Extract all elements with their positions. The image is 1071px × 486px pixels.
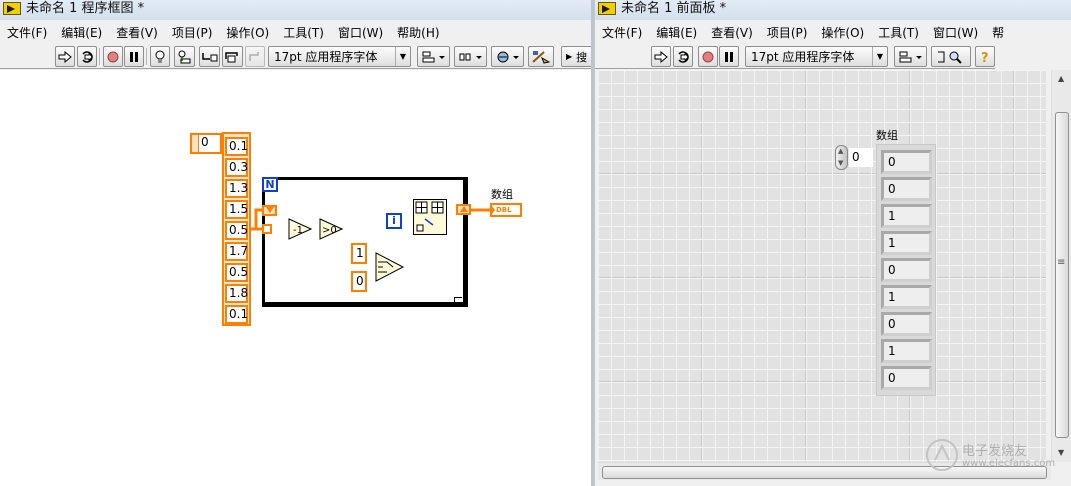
front-panel-titlebar[interactable]: 未命名 1 前面板 * [595,0,1071,20]
array-element: 1 [881,339,932,363]
array-indicator-terminal[interactable]: DBL [490,203,522,217]
index-spinner-icon[interactable] [835,145,848,170]
run-arrow-icon[interactable] [651,46,671,67]
watermark-text: 电子发烧友 [962,440,1027,459]
array-constant-element[interactable]: 1.7 [225,242,248,261]
select-node-icon[interactable] [375,252,405,282]
array-element: 1 [881,204,932,228]
vertical-scroll-thumb[interactable] [1055,112,1069,438]
help-icon[interactable]: ? [975,46,995,67]
front-panel-array-index-value: 0 [849,148,873,167]
menu-view[interactable]: 查看(V) [704,24,760,41]
font-selector[interactable]: 17pt 应用程序字体 ▼ [745,46,888,67]
watermark-url: www.elecfans.com [962,458,1056,469]
menu-operate[interactable]: 操作(O) [814,24,871,41]
array-element: 1 [881,285,932,309]
array-constant-element[interactable]: 0.5 [225,221,248,240]
array-element: 0 [881,177,932,201]
vertical-scrollbar[interactable]: ▲ ▼ [1051,70,1071,462]
svg-text:?: ? [981,51,989,64]
block-diagram-window: 未命名 1 程序框图 * 文件(F) 编辑(E) 查看(V) 项目(P) 操作(… [0,0,591,486]
scroll-down-icon[interactable]: ▼ [1058,448,1064,457]
indicator-label: 数组 [491,188,513,201]
array-constant-element[interactable]: 0.5 [225,263,248,282]
abort-icon[interactable] [698,46,718,67]
array-constant-element[interactable]: 1.3 [225,179,248,198]
zoom-icon[interactable] [931,46,971,67]
array-element: 0 [881,312,932,336]
watermark-logo-icon [926,439,958,471]
front-panel-array-indicator[interactable]: 0 0 1 1 0 1 0 1 0 [876,144,936,396]
array-constant-element[interactable]: 1.5 [225,200,248,219]
array-constant-element[interactable]: 0.1 [225,137,248,156]
front-panel-array-index[interactable]: 0 [835,145,873,170]
scroll-up-icon[interactable]: ▲ [1058,74,1064,83]
index-spinner-icon[interactable] [192,135,199,152]
array-element: 0 [881,150,932,174]
greater-than-zero-node-icon[interactable]: >0 [319,218,343,240]
svg-text:>0: >0 [322,225,337,236]
false-constant[interactable]: 0 [351,271,367,292]
autoindex-output-tunnel[interactable] [456,204,471,215]
array-constant-index[interactable]: 0 [190,133,222,154]
indicator-type: DBL [496,206,512,214]
true-constant[interactable]: 1 [351,243,367,264]
watermark-brand: 电子发烧友 [962,444,1028,459]
loop-count-terminal[interactable]: N [262,177,278,192]
loop-tunnel[interactable] [262,224,272,234]
menu-window[interactable]: 窗口(W) [926,24,985,41]
array-element: 0 [881,258,932,282]
chevron-down-icon: ▼ [872,47,887,66]
replace-array-subset-icon[interactable] [413,199,447,235]
loop-resize-corner[interactable] [454,297,462,305]
front-panel-toolbar: 17pt 应用程序字体 ▼ ? [595,44,995,69]
array-constant-index-value: 0 [201,135,209,149]
front-panel-title: 未命名 1 前面板 * [621,1,727,16]
menu-help[interactable]: 帮 [985,24,1011,41]
array-constant-element[interactable]: 0.3 [225,158,248,177]
front-panel-window: 未命名 1 前面板 * 文件(F) 编辑(E) 查看(V) 项目(P) 操作(O… [594,0,1071,486]
font-selector-label: 17pt 应用程序字体 [751,50,855,64]
menu-project[interactable]: 项目(P) [760,24,815,41]
align-objects-icon[interactable] [894,46,927,67]
menu-edit[interactable]: 编辑(E) [649,24,704,41]
iteration-terminal[interactable]: i [386,213,402,229]
menu-tools[interactable]: 工具(T) [871,24,926,41]
front-panel-canvas[interactable] [598,70,1046,462]
array-element: 0 [881,366,932,390]
front-panel-array-label: 数组 [876,129,898,142]
array-constant-element[interactable]: 0.1 [225,305,248,324]
labview-logo-icon [598,2,616,15]
pause-icon[interactable] [719,46,739,67]
autoindex-input-tunnel[interactable] [262,205,277,216]
run-continuously-icon[interactable] [673,46,693,67]
menu-file[interactable]: 文件(F) [595,24,649,41]
array-constant-element[interactable]: 1.8 [225,284,248,303]
front-panel-menubar: 文件(F) 编辑(E) 查看(V) 项目(P) 操作(O) 工具(T) 窗口(W… [595,20,1004,44]
array-element: 1 [881,231,932,255]
array-constant[interactable]: 0.1 0.3 1.3 1.5 0.5 1.7 0.5 1.8 0.1 [222,132,251,326]
decrement-node-icon[interactable]: -1 [288,218,312,240]
svg-text:-1: -1 [293,225,303,236]
